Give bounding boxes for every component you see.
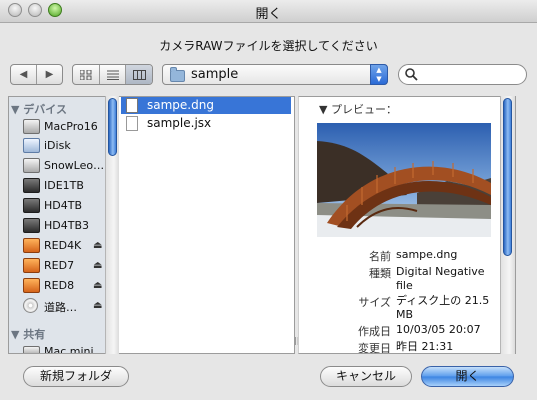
eject-icon[interactable]: ⏏ (93, 260, 102, 271)
new-folder-button[interactable]: 新規フォルダ (23, 366, 129, 387)
info-value-name: sampe.dng (396, 248, 458, 261)
sidebar-item-macpro16[interactable]: MacPro16 (23, 118, 106, 137)
scrollbar-thumb[interactable] (503, 98, 512, 256)
dng-file-icon (126, 98, 138, 113)
list-view-icon (106, 70, 119, 80)
info-label-size: サイズ (358, 296, 391, 309)
sidebar-section-shared[interactable]: ▼ 共有 (11, 326, 45, 342)
hard-disk-icon (23, 158, 40, 173)
search-field[interactable] (398, 64, 527, 85)
icon-view-icon (79, 69, 92, 80)
scrollbar-thumb[interactable] (108, 98, 117, 156)
file-column: sampe.dng sample.jsx (119, 96, 295, 354)
eject-icon[interactable]: ⏏ (93, 300, 102, 311)
section-label: デバイス (23, 103, 67, 116)
location-popup[interactable]: sample ▲ ▼ (162, 64, 388, 85)
red-drive-icon (23, 278, 40, 293)
sidebar-item-label: SnowLeo… (44, 159, 105, 172)
sidebar-item-hd4tb[interactable]: HD4TB (23, 197, 106, 216)
info-value-kind: Digital Negative file (396, 265, 485, 292)
preview-scrollbar[interactable] (500, 96, 516, 354)
preview-pane: ▼ プレビュー： 名前 sampe.dng 種類 Digital Negativ… (298, 96, 502, 354)
search-icon (405, 68, 418, 81)
list-view-button[interactable] (100, 65, 127, 84)
icon-view-button[interactable] (73, 65, 100, 84)
hard-disk-icon (23, 119, 40, 134)
column-view-icon (132, 69, 146, 80)
search-input[interactable] (421, 66, 523, 84)
sidebar-item-label: HD4TB (44, 199, 83, 212)
jsx-file-icon (126, 116, 138, 131)
sidebar-item-label: RED8 (44, 279, 75, 292)
sidebar-item-red7[interactable]: RED7 ⏏ (23, 257, 106, 276)
sidebar-item-snowleopard[interactable]: SnowLeo… (23, 157, 106, 176)
title-bar: 開く (0, 0, 537, 23)
forward-arrow-icon: ▶ (45, 69, 54, 80)
sidebar-section-devices[interactable]: ▼ デバイス (11, 101, 67, 117)
sidebar-scrollbar[interactable] (105, 96, 119, 354)
popup-arrows-icon: ▲ ▼ (370, 64, 388, 85)
folder-icon (170, 67, 185, 82)
open-button[interactable]: 開く (421, 366, 514, 387)
sidebar-item-label: IDE1TB (44, 179, 84, 192)
eject-icon[interactable]: ⏏ (93, 280, 102, 291)
history-buttons: ◀ ▶ (10, 64, 63, 85)
external-drive-icon (23, 218, 40, 233)
preview-image (317, 123, 491, 237)
info-value-size: ディスク上の 21.5 MB (396, 294, 490, 321)
sidebar-item-road-disc[interactable]: 道路… ⏏ (23, 297, 106, 316)
sidebar-item-label: MacPro16 (44, 120, 98, 133)
eject-icon[interactable]: ⏏ (93, 240, 102, 251)
info-label-created: 作成日 (358, 325, 391, 338)
info-label-kind: 種類 (369, 267, 391, 280)
cancel-button[interactable]: キャンセル (320, 366, 412, 387)
file-name: sampe.dng (147, 98, 214, 112)
sidebar-item-red4k[interactable]: RED4K ⏏ (23, 237, 106, 256)
sidebar-item-label: HD4TB3 (44, 219, 90, 232)
forward-button[interactable]: ▶ (37, 65, 62, 84)
external-drive-icon (23, 178, 40, 193)
sidebar-item-hd4tb3[interactable]: HD4TB3 (23, 217, 106, 236)
sidebar-item-label: RED7 (44, 259, 75, 272)
sidebar: ▼ デバイス MacPro16 iDisk SnowLeo… IDE1TB HD… (8, 96, 106, 354)
preview-heading[interactable]: ▼ プレビュー： (319, 101, 397, 117)
view-mode-buttons (72, 64, 153, 85)
cd-disc-icon (23, 298, 38, 313)
column-view-button[interactable] (126, 65, 152, 84)
back-button[interactable]: ◀ (11, 65, 37, 84)
dialog-prompt: カメラRAWファイルを選択してください (159, 39, 378, 53)
window-title: 開く (255, 7, 282, 22)
file-row-sampe-dng[interactable]: sampe.dng (121, 97, 291, 114)
section-label: 共有 (23, 328, 46, 341)
info-value-modified: 昨日 21:31 (396, 340, 454, 353)
preview-heading-label: プレビュー： (330, 103, 397, 116)
info-label-name: 名前 (369, 250, 391, 263)
location-label: sample (191, 67, 239, 82)
idisk-icon (23, 138, 40, 153)
sidebar-item-idisk[interactable]: iDisk (23, 137, 106, 156)
open-dialog: 開く カメラRAWファイルを選択してください ◀ ▶ sample ▲ ▼ ▼ デ… (0, 0, 537, 400)
back-arrow-icon: ◀ (19, 69, 28, 80)
sidebar-item-mac-mini[interactable]: Mac mini (23, 343, 106, 354)
sidebar-item-label: 道路… (44, 301, 77, 314)
sidebar-item-red8[interactable]: RED8 ⏏ (23, 277, 106, 296)
red-drive-icon (23, 258, 40, 273)
file-row-sample-jsx[interactable]: sample.jsx (121, 115, 291, 132)
sidebar-item-label: Mac mini (44, 345, 94, 354)
external-drive-icon (23, 198, 40, 213)
info-value-created: 10/03/05 20:07 (396, 323, 481, 336)
computer-icon (23, 346, 40, 353)
info-label-modified: 変更日 (358, 342, 391, 354)
sidebar-item-ide1tb[interactable]: IDE1TB (23, 177, 106, 196)
file-name: sample.jsx (147, 116, 212, 130)
red-drive-icon (23, 238, 40, 253)
sidebar-item-label: RED4K (44, 239, 82, 252)
sidebar-item-label: iDisk (44, 139, 71, 152)
